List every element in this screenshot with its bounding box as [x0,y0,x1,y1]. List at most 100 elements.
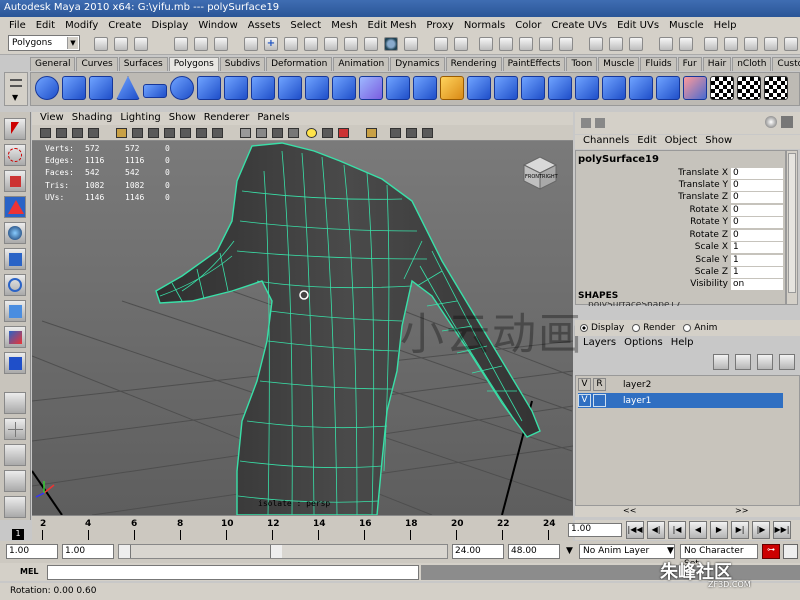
save-scene-icon[interactable] [134,37,148,51]
menu-normals[interactable]: Normals [459,20,510,31]
muscle-tool-icon-3[interactable] [519,37,533,51]
panel-layout-icon-1[interactable] [659,37,673,51]
create-layer-icon[interactable] [757,354,773,370]
go-to-end-icon[interactable]: ▶▶| [773,521,791,539]
shelf-tab-custom[interactable]: Custom [772,57,800,71]
lasso-tool-icon[interactable] [4,144,26,166]
character-set-dropdown[interactable]: No Character Set [680,544,758,569]
anim-layer-dropdown[interactable]: No Anim Layer [579,544,675,559]
animation-start-field[interactable]: 1.00 [6,544,58,559]
muscle-tool-icon-1[interactable] [479,37,493,51]
shelf-tab-ncloth[interactable]: nCloth [732,57,772,71]
isolate-select-icon[interactable] [366,128,377,138]
panel-layout-icon-7[interactable] [784,37,798,51]
select-hierarchy-icon[interactable] [174,37,188,51]
layer-playback-toggle[interactable]: R [593,378,606,391]
new-scene-icon[interactable] [94,37,108,51]
boolean-icon[interactable] [332,76,356,100]
paint-select-icon[interactable] [4,170,26,192]
viewport-menu-panels[interactable]: Panels [253,112,293,125]
menu-mesh[interactable]: Mesh [326,20,362,31]
grid-icon[interactable] [116,128,127,138]
attribute-editor-toggle-icon[interactable] [595,118,605,128]
channels-menu[interactable]: Channels [579,135,633,149]
field-chart-icon[interactable] [180,128,191,138]
playback-start-field[interactable]: 1.00 [62,544,114,559]
append-polygon-icon[interactable] [440,76,464,100]
xray-icon[interactable] [390,128,401,138]
layer-row[interactable]: V R layer2 [578,377,783,392]
shelf-tab-hair[interactable]: Hair [702,57,732,71]
snap-curve-icon[interactable]: + [264,37,278,51]
viewport-menu-renderer[interactable]: Renderer [200,112,254,125]
manipulator-tool-icon[interactable] [4,274,26,296]
move-layer-down-icon[interactable] [735,354,751,370]
wireframe-icon[interactable] [240,128,251,138]
camera-select-icon[interactable] [40,128,51,138]
chevron-down-icon[interactable]: ▼ [566,546,573,556]
shelf-tab-painteffects[interactable]: PaintEffects [502,57,566,71]
step-back-icon[interactable]: ◀| [647,521,665,539]
make-live-icon[interactable] [324,37,338,51]
offset-edge-loop-icon[interactable] [521,76,545,100]
muscle-tool-icon-2[interactable] [499,37,513,51]
attr-field[interactable]: 1 [731,242,783,253]
layout-persp-outliner-icon[interactable] [4,444,26,466]
smooth-icon[interactable] [359,76,383,100]
range-slider[interactable] [118,544,448,559]
channels-show-menu[interactable]: Show [701,135,736,149]
shelf-tab-deformation[interactable]: Deformation [266,57,333,71]
layer-horizontal-scrollbar[interactable]: << >> [575,505,800,517]
layer-color-swatch[interactable] [608,394,621,407]
channel-box-toggle-icon[interactable] [581,118,591,128]
snap-grid-icon[interactable] [244,37,258,51]
move-tool-icon[interactable] [4,196,26,218]
layout-four-icon[interactable] [4,418,26,440]
poly-plane-icon[interactable] [143,84,167,98]
input-line-icon[interactable] [454,37,468,51]
bookmarks-icon[interactable] [72,128,83,138]
shelf-tab-subdivs[interactable]: Subdivs [219,57,266,71]
layer-row-selected[interactable]: V layer1 [578,393,783,408]
create-layer-selected-icon[interactable] [779,354,795,370]
attr-field[interactable]: 0 [731,205,783,216]
wireframe-on-shaded-icon[interactable] [272,128,283,138]
select-object-icon[interactable] [194,37,208,51]
paint-icon[interactable] [781,116,793,128]
layer-mode-render[interactable]: Render [632,323,675,333]
hypershade-icon[interactable] [434,37,448,51]
attr-field[interactable]: 1 [731,255,783,266]
xray-joints-icon[interactable] [406,128,417,138]
cylindrical-map-icon[interactable] [629,76,653,100]
gate-mask-icon[interactable] [164,128,175,138]
command-language-label[interactable]: MEL [20,567,39,576]
shelf-tab-curves[interactable]: Curves [76,57,118,71]
panel-layout-icon-6[interactable] [764,37,778,51]
panel-layout-icon-4[interactable] [724,37,738,51]
command-input[interactable] [47,565,419,580]
show-tool-settings-icon[interactable] [609,37,623,51]
viewport-menu-lighting[interactable]: Lighting [116,112,164,125]
layout-single-icon[interactable] [4,392,26,414]
checker-icon-1[interactable] [710,76,734,100]
step-forward-icon[interactable]: |▶ [752,521,770,539]
layer-mode-display[interactable]: Display [580,323,624,333]
shelf-tab-toon[interactable]: Toon [566,57,598,71]
muscle-tool-icon-4[interactable] [539,37,553,51]
textured-icon[interactable] [288,128,299,138]
attr-field[interactable]: 0 [731,192,783,203]
xray-components-icon[interactable] [422,128,433,138]
automatic-map-icon[interactable] [683,76,707,100]
spherical-map-icon[interactable] [656,76,680,100]
shelf-tab-fur[interactable]: Fur [677,57,702,71]
layers-menu[interactable]: Layers [579,337,620,350]
playback-end-field[interactable]: 24.00 [452,544,504,559]
insert-edge-loop-icon[interactable] [494,76,518,100]
bridge-icon[interactable] [413,76,437,100]
range-end-handle[interactable] [270,545,282,558]
show-channel-box-icon[interactable] [629,37,643,51]
safe-title-icon[interactable] [212,128,223,138]
split-polygon-icon[interactable] [467,76,491,100]
snap-view-icon[interactable] [304,37,318,51]
viewport-menu-view[interactable]: View [36,112,68,125]
